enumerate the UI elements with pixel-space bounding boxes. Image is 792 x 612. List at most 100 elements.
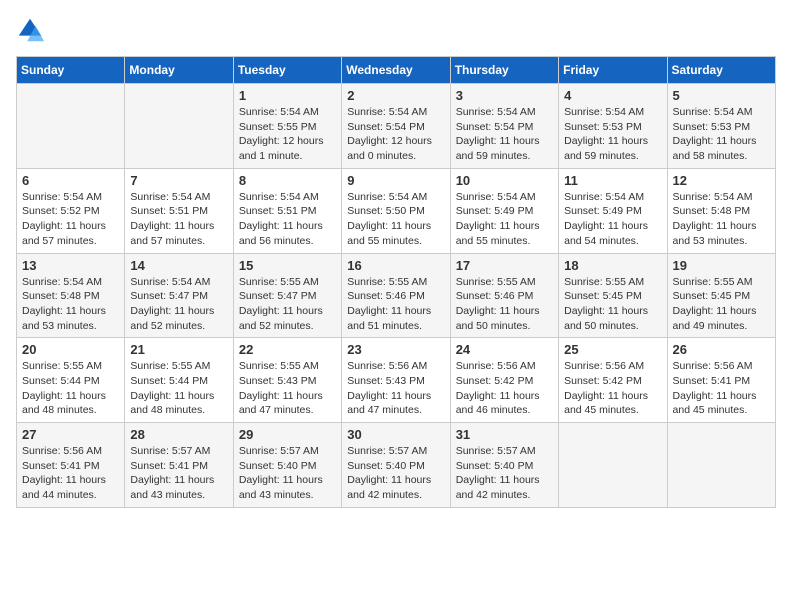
day-info: Sunrise: 5:54 AM Sunset: 5:51 PM Dayligh…: [130, 190, 227, 249]
day-info: Sunrise: 5:54 AM Sunset: 5:48 PM Dayligh…: [673, 190, 770, 249]
day-number: 19: [673, 258, 770, 273]
day-info: Sunrise: 5:57 AM Sunset: 5:41 PM Dayligh…: [130, 444, 227, 503]
calendar-cell: 29Sunrise: 5:57 AM Sunset: 5:40 PM Dayli…: [233, 423, 341, 508]
day-number: 30: [347, 427, 444, 442]
calendar-cell: 31 Sunrise: 5:57 AM Sunset: 5:40 PM Dayli…: [450, 423, 558, 508]
day-info: Sunrise: 5:54 AM Sunset: 5:50 PM Dayligh…: [347, 190, 444, 249]
calendar-cell: 10 Sunrise: 5:54 AM Sunset: 5:49 PM Dayli…: [450, 168, 558, 253]
day-number: 25: [564, 342, 661, 357]
calendar-cell: 16 Sunrise: 5:55 AM Sunset: 5:46 PM Dayli…: [342, 253, 450, 338]
weekday-header-monday: Monday: [125, 57, 233, 84]
day-info: Sunrise: 5:54 AM Sunset: 5:54 PM Dayligh…: [456, 105, 553, 164]
day-info: Sunrise: 5:54 AM Sunset: 5:54 PM Dayligh…: [347, 105, 444, 164]
day-info: Sunrise: 5:55 AM Sunset: 5:46 PM Dayligh…: [456, 275, 553, 334]
calendar-cell: [125, 84, 233, 169]
day-number: 14: [130, 258, 227, 273]
day-info: Sunrise: 5:56 AM Sunset: 5:42 PM Dayligh…: [564, 359, 661, 418]
calendar-cell: 7 Sunrise: 5:54 AM Sunset: 5:51 PM Daylig…: [125, 168, 233, 253]
calendar-cell: 26 Sunrise: 5:56 AM Sunset: 5:41 PM Dayli…: [667, 338, 775, 423]
calendar-week-row: 20 Sunrise: 5:55 AM Sunset: 5:44 PM Dayli…: [17, 338, 776, 423]
day-info: Sunrise: 5:54 AM Sunset: 5:52 PM Dayligh…: [22, 190, 119, 249]
weekday-header-wednesday: Wednesday: [342, 57, 450, 84]
calendar-cell: 30 Sunrise: 5:57 AM Sunset: 5:40 PM Dayli…: [342, 423, 450, 508]
weekday-header-sunday: Sunday: [17, 57, 125, 84]
day-number: 16: [347, 258, 444, 273]
day-info: Sunrise: 5:57 AM Sunset: 5:40 PM Dayligh…: [456, 444, 553, 503]
logo-icon: [16, 16, 44, 44]
day-info: Sunrise: 5:55 AM Sunset: 5:43 PM Dayligh…: [239, 359, 336, 418]
calendar-cell: 20 Sunrise: 5:55 AM Sunset: 5:44 PM Dayli…: [17, 338, 125, 423]
calendar-cell: 24Sunrise: 5:56 AM Sunset: 5:42 PM Dayli…: [450, 338, 558, 423]
calendar-cell: 8 Sunrise: 5:54 AM Sunset: 5:51 PM Daylig…: [233, 168, 341, 253]
day-number: 11: [564, 173, 661, 188]
weekday-header-thursday: Thursday: [450, 57, 558, 84]
calendar-cell: 5 Sunrise: 5:54 AM Sunset: 5:53 PM Daylig…: [667, 84, 775, 169]
calendar-cell: 15 Sunrise: 5:55 AM Sunset: 5:47 PM Dayli…: [233, 253, 341, 338]
day-number: 8: [239, 173, 336, 188]
day-number: 7: [130, 173, 227, 188]
calendar-cell: 18 Sunrise: 5:55 AM Sunset: 5:45 PM Dayli…: [559, 253, 667, 338]
calendar-cell: 6 Sunrise: 5:54 AM Sunset: 5:52 PM Daylig…: [17, 168, 125, 253]
day-info: Sunrise: 5:54 AM Sunset: 5:48 PM Dayligh…: [22, 275, 119, 334]
logo: [16, 16, 46, 44]
calendar-cell: 4Sunrise: 5:54 AM Sunset: 5:53 PM Daylig…: [559, 84, 667, 169]
day-number: 10: [456, 173, 553, 188]
calendar-week-row: 6 Sunrise: 5:54 AM Sunset: 5:52 PM Daylig…: [17, 168, 776, 253]
day-info: Sunrise: 5:55 AM Sunset: 5:46 PM Dayligh…: [347, 275, 444, 334]
calendar-cell: 13Sunrise: 5:54 AM Sunset: 5:48 PM Dayli…: [17, 253, 125, 338]
day-info: Sunrise: 5:54 AM Sunset: 5:49 PM Dayligh…: [564, 190, 661, 249]
calendar-table: SundayMondayTuesdayWednesdayThursdayFrid…: [16, 56, 776, 508]
calendar-cell: 23Sunrise: 5:56 AM Sunset: 5:43 PM Dayli…: [342, 338, 450, 423]
day-info: Sunrise: 5:56 AM Sunset: 5:42 PM Dayligh…: [456, 359, 553, 418]
day-number: 23: [347, 342, 444, 357]
calendar-header-row: SundayMondayTuesdayWednesdayThursdayFrid…: [17, 57, 776, 84]
day-number: 6: [22, 173, 119, 188]
day-info: Sunrise: 5:55 AM Sunset: 5:45 PM Dayligh…: [564, 275, 661, 334]
day-number: 20: [22, 342, 119, 357]
day-number: 12: [673, 173, 770, 188]
calendar-cell: 27Sunrise: 5:56 AM Sunset: 5:41 PM Dayli…: [17, 423, 125, 508]
calendar-cell: 9Sunrise: 5:54 AM Sunset: 5:50 PM Daylig…: [342, 168, 450, 253]
day-number: 15: [239, 258, 336, 273]
day-info: Sunrise: 5:55 AM Sunset: 5:44 PM Dayligh…: [22, 359, 119, 418]
calendar-cell: 28 Sunrise: 5:57 AM Sunset: 5:41 PM Dayli…: [125, 423, 233, 508]
day-info: Sunrise: 5:54 AM Sunset: 5:51 PM Dayligh…: [239, 190, 336, 249]
day-number: 3: [456, 88, 553, 103]
day-info: Sunrise: 5:54 AM Sunset: 5:49 PM Dayligh…: [456, 190, 553, 249]
day-number: 2: [347, 88, 444, 103]
day-number: 21: [130, 342, 227, 357]
day-number: 31: [456, 427, 553, 442]
day-number: 5: [673, 88, 770, 103]
calendar-cell: 17 Sunrise: 5:55 AM Sunset: 5:46 PM Dayli…: [450, 253, 558, 338]
day-info: Sunrise: 5:56 AM Sunset: 5:41 PM Dayligh…: [22, 444, 119, 503]
calendar-week-row: 27Sunrise: 5:56 AM Sunset: 5:41 PM Dayli…: [17, 423, 776, 508]
calendar-cell: 22Sunrise: 5:55 AM Sunset: 5:43 PM Dayli…: [233, 338, 341, 423]
calendar-week-row: 13Sunrise: 5:54 AM Sunset: 5:48 PM Dayli…: [17, 253, 776, 338]
day-info: Sunrise: 5:54 AM Sunset: 5:55 PM Dayligh…: [239, 105, 336, 164]
day-number: 28: [130, 427, 227, 442]
calendar-cell: [17, 84, 125, 169]
day-info: Sunrise: 5:55 AM Sunset: 5:47 PM Dayligh…: [239, 275, 336, 334]
calendar-week-row: 1Sunrise: 5:54 AM Sunset: 5:55 PM Daylig…: [17, 84, 776, 169]
day-info: Sunrise: 5:57 AM Sunset: 5:40 PM Dayligh…: [347, 444, 444, 503]
day-number: 17: [456, 258, 553, 273]
calendar-cell: 1Sunrise: 5:54 AM Sunset: 5:55 PM Daylig…: [233, 84, 341, 169]
day-info: Sunrise: 5:55 AM Sunset: 5:45 PM Dayligh…: [673, 275, 770, 334]
calendar-cell: 3 Sunrise: 5:54 AM Sunset: 5:54 PM Daylig…: [450, 84, 558, 169]
day-info: Sunrise: 5:54 AM Sunset: 5:47 PM Dayligh…: [130, 275, 227, 334]
calendar-cell: 2 Sunrise: 5:54 AM Sunset: 5:54 PM Daylig…: [342, 84, 450, 169]
day-info: Sunrise: 5:57 AM Sunset: 5:40 PM Dayligh…: [239, 444, 336, 503]
calendar-cell: [667, 423, 775, 508]
calendar-cell: 12 Sunrise: 5:54 AM Sunset: 5:48 PM Dayli…: [667, 168, 775, 253]
day-info: Sunrise: 5:56 AM Sunset: 5:41 PM Dayligh…: [673, 359, 770, 418]
calendar-cell: [559, 423, 667, 508]
calendar-cell: 11 Sunrise: 5:54 AM Sunset: 5:49 PM Dayli…: [559, 168, 667, 253]
day-info: Sunrise: 5:54 AM Sunset: 5:53 PM Dayligh…: [673, 105, 770, 164]
calendar-cell: 14 Sunrise: 5:54 AM Sunset: 5:47 PM Dayli…: [125, 253, 233, 338]
day-number: 26: [673, 342, 770, 357]
weekday-header-tuesday: Tuesday: [233, 57, 341, 84]
calendar-cell: 25 Sunrise: 5:56 AM Sunset: 5:42 PM Dayli…: [559, 338, 667, 423]
day-number: 4: [564, 88, 661, 103]
calendar-cell: 21Sunrise: 5:55 AM Sunset: 5:44 PM Dayli…: [125, 338, 233, 423]
day-number: 18: [564, 258, 661, 273]
